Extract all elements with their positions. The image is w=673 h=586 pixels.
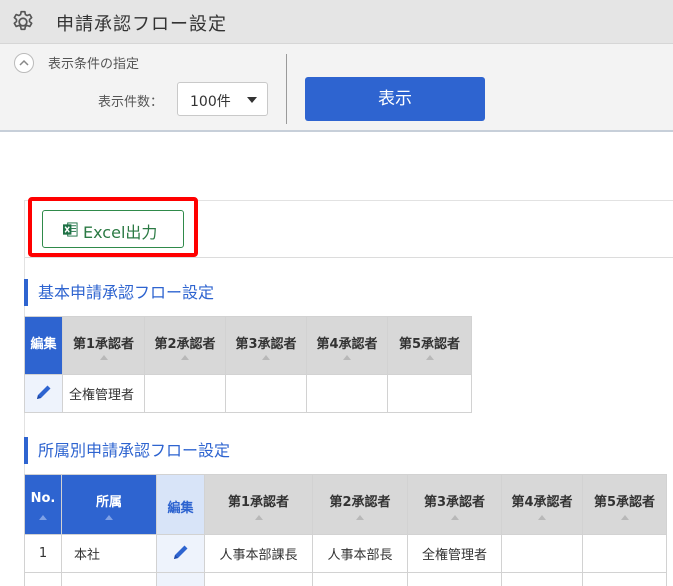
column-header-dept[interactable]: 所属	[61, 474, 157, 535]
pencil-icon[interactable]	[171, 542, 191, 562]
approver-3-cell: 全権管理者	[407, 534, 502, 573]
sort-icon	[425, 355, 434, 360]
sort-icon	[181, 355, 189, 360]
column-header-approver-5[interactable]: 第5承認者	[582, 474, 667, 535]
approver-1-cell: 全権管理者	[62, 374, 145, 413]
column-header-approver-4[interactable]: 第4承認者	[306, 316, 388, 375]
column-header-approver-2[interactable]: 第2承認者	[144, 316, 226, 375]
row-cell	[24, 572, 62, 586]
approver-1-cell: 人事本部課長	[204, 534, 313, 573]
column-header-approver-5[interactable]: 第5承認者	[387, 316, 472, 375]
page-title: 申請承認フロー設定	[56, 14, 227, 35]
dept-approval-table: No. 所属 編集 第1承認者 第2承認者 第3承認者 第4承認者 第5承認者 …	[24, 474, 667, 586]
count-select[interactable]: 100件	[177, 82, 268, 116]
edit-cell	[156, 572, 205, 586]
row-cell	[312, 572, 408, 586]
table-row: 1 本社 人事本部課長 人事本部長 全権管理者	[24, 534, 667, 573]
divider	[286, 54, 287, 124]
approver-2-cell: 人事本部長	[312, 534, 408, 573]
toolbar-divider	[25, 257, 673, 258]
edit-cell	[24, 374, 63, 413]
sort-icon	[538, 515, 546, 520]
dept-section-title: 所属別申請承認フロー設定	[24, 437, 230, 464]
title-bar: 申請承認フロー設定	[0, 0, 673, 44]
excel-export-label: Excel出力	[83, 223, 158, 242]
basic-approval-table: 編集 第1承認者 第2承認者 第3承認者 第4承認者 第5承認者 全権管理者	[24, 316, 472, 413]
column-header-approver-4[interactable]: 第4承認者	[501, 474, 583, 535]
table-row: 全権管理者	[24, 374, 472, 413]
row-cell	[61, 572, 157, 586]
column-header-approver-1[interactable]: 第1承認者	[62, 316, 145, 375]
row-cell	[407, 572, 502, 586]
sort-icon	[99, 355, 108, 360]
approver-5-cell	[387, 374, 472, 413]
sort-icon	[262, 355, 270, 360]
show-button[interactable]: 表示	[305, 77, 485, 121]
column-header-approver-3[interactable]: 第3承認者	[225, 316, 307, 375]
approver-2-cell	[144, 374, 226, 413]
gear-icon[interactable]	[10, 9, 36, 35]
dept-cell: 本社	[61, 534, 157, 573]
approver-4-cell	[306, 374, 388, 413]
conditions-title[interactable]: 表示条件の指定	[48, 53, 139, 72]
caret-down-icon	[247, 97, 257, 103]
excel-export-button[interactable]: Excel出力	[42, 210, 184, 248]
sort-icon	[343, 355, 351, 360]
column-header-approver-1[interactable]: 第1承認者	[204, 474, 313, 535]
pencil-icon[interactable]	[34, 382, 54, 402]
sort-icon	[39, 515, 47, 520]
approver-5-cell	[582, 534, 667, 573]
table-row	[24, 572, 667, 586]
approver-4-cell	[501, 534, 583, 573]
row-cell	[582, 572, 667, 586]
table-header-row: No. 所属 編集 第1承認者 第2承認者 第3承認者 第4承認者 第5承認者	[24, 474, 667, 535]
basic-section-title: 基本申請承認フロー設定	[24, 279, 214, 306]
row-cell	[204, 572, 313, 586]
count-label: 表示件数：	[98, 95, 164, 110]
edit-cell	[156, 534, 205, 573]
column-header-edit: 編集	[156, 474, 205, 535]
column-header-approver-3[interactable]: 第3承認者	[407, 474, 502, 535]
row-cell	[501, 572, 583, 586]
display-conditions-panel: 表示条件の指定 表示件数： 100件 表示	[0, 44, 673, 132]
column-header-no[interactable]: No.	[24, 474, 62, 535]
excel-icon	[63, 222, 78, 237]
chevron-up-icon[interactable]	[14, 53, 34, 73]
table-header-row: 編集 第1承認者 第2承認者 第3承認者 第4承認者 第5承認者	[24, 316, 472, 375]
sort-icon	[254, 515, 263, 520]
sort-icon	[450, 515, 459, 520]
approver-3-cell	[225, 374, 307, 413]
row-number-cell: 1	[24, 534, 62, 573]
sort-icon	[105, 515, 113, 520]
column-header-approver-2[interactable]: 第2承認者	[312, 474, 408, 535]
sort-icon	[620, 515, 629, 520]
count-select-value: 100件	[190, 94, 231, 110]
sort-icon	[356, 515, 364, 520]
column-header-edit: 編集	[24, 316, 63, 375]
